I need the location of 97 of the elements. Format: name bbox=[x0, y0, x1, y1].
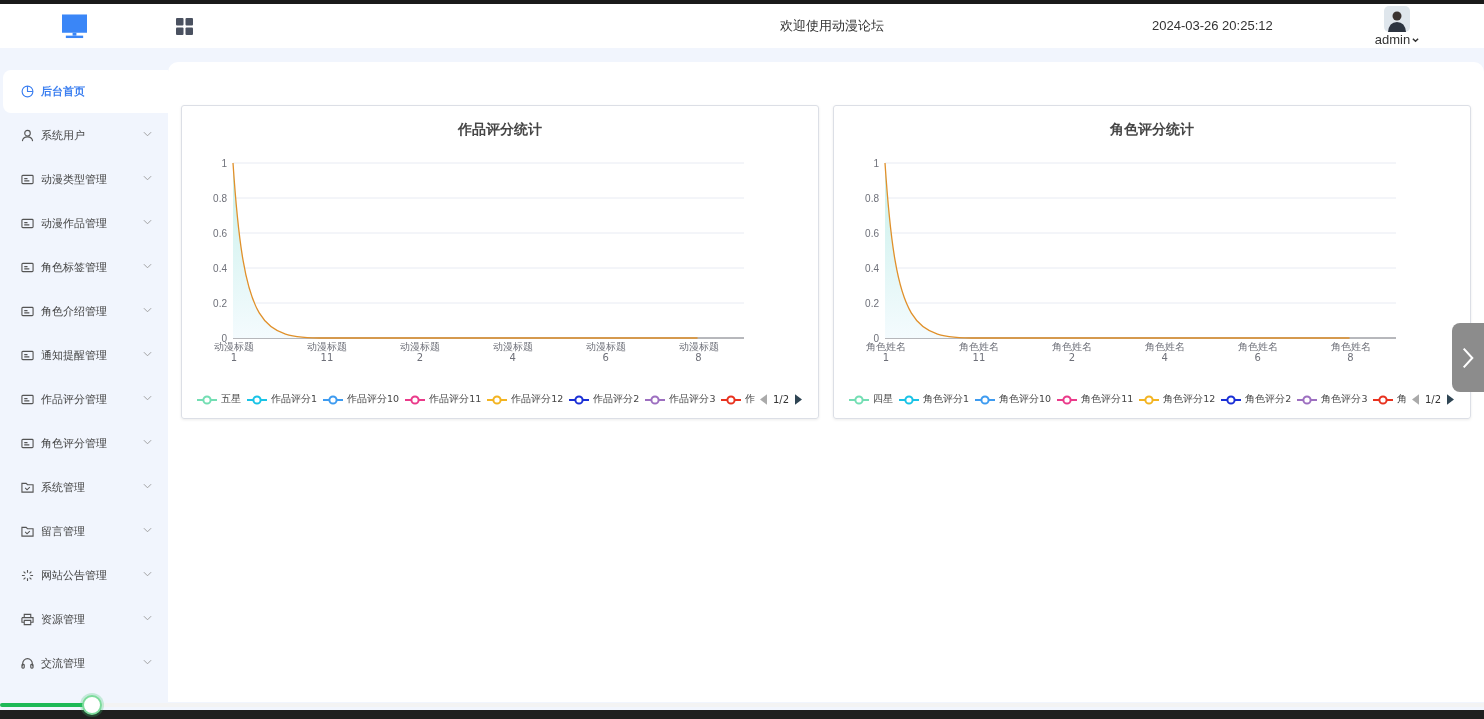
axis-category-label: 动漫标题2 bbox=[398, 341, 441, 363]
legend-item[interactable]: 角色评分1 bbox=[899, 393, 970, 406]
legend-item[interactable]: 五星 bbox=[197, 393, 241, 406]
legend-item[interactable]: 作品评分1 bbox=[247, 393, 318, 406]
legend-item[interactable]: 角 bbox=[1373, 393, 1408, 406]
chevron-down-icon bbox=[143, 615, 152, 621]
chevron-down-icon bbox=[143, 131, 152, 137]
id-card-icon bbox=[21, 217, 34, 230]
axis-tick-label: 0.6 bbox=[865, 227, 879, 239]
sidebar-item[interactable]: 动漫作品管理 bbox=[0, 202, 168, 245]
chevron-down-icon bbox=[143, 307, 152, 313]
avatar-icon[interactable] bbox=[1384, 6, 1410, 32]
chart-title: 角色评分统计 bbox=[1109, 121, 1195, 139]
axis-tick-label: 0 bbox=[221, 332, 227, 344]
axis-tick-label: 0.6 bbox=[213, 227, 227, 239]
axis-tick-label: 0.4 bbox=[213, 262, 227, 274]
legend-item[interactable]: 角色评分10 bbox=[975, 393, 1052, 406]
legend-item[interactable]: 作 bbox=[721, 393, 756, 406]
printer-icon bbox=[21, 613, 34, 626]
pie-chart-icon bbox=[21, 85, 34, 98]
next-page-icon[interactable] bbox=[795, 394, 803, 405]
chevron-down-icon bbox=[143, 659, 152, 665]
sidebar-item[interactable]: 角色标签管理 bbox=[0, 246, 168, 289]
chevron-down-icon bbox=[143, 219, 152, 225]
axis-tick-label: 0 bbox=[873, 332, 879, 344]
sidebar-item[interactable]: 系统用户 bbox=[0, 114, 168, 157]
user-icon bbox=[21, 129, 34, 142]
sidebar-item[interactable]: 交流管理 bbox=[0, 642, 168, 685]
legend-item[interactable]: 角色评分3 bbox=[1297, 393, 1368, 406]
next-page-icon[interactable] bbox=[1447, 394, 1455, 405]
axis-tick-label: 0.8 bbox=[865, 192, 879, 204]
sidebar-item[interactable]: 资源管理 bbox=[0, 598, 168, 641]
chevron-down-icon bbox=[143, 483, 152, 489]
axis-category-label: 动漫标题1 bbox=[213, 341, 255, 363]
chevron-down-icon bbox=[143, 263, 152, 269]
sidebar-item[interactable]: 动漫类型管理 bbox=[0, 158, 168, 201]
chevron-down-icon bbox=[143, 571, 152, 577]
axis-category-label: 动漫标题8 bbox=[677, 341, 720, 363]
chart-title: 作品评分统计 bbox=[456, 121, 543, 139]
sidebar-item[interactable]: 后台首页 bbox=[3, 70, 168, 113]
axis-category-label: 角色姓名6 bbox=[1236, 341, 1279, 363]
axis-category-label: 动漫标题6 bbox=[584, 341, 627, 363]
sidebar-item[interactable]: 角色介绍管理 bbox=[0, 290, 168, 333]
sidebar-item[interactable]: 系统管理 bbox=[0, 466, 168, 509]
chevron-down-icon bbox=[143, 527, 152, 533]
legend-item[interactable]: 角色评分2 bbox=[1221, 393, 1292, 406]
chevron-down-icon bbox=[143, 395, 152, 401]
axis-category-label: 角色姓名1 bbox=[865, 341, 907, 363]
axis-tick-label: 0.2 bbox=[865, 297, 879, 309]
chevron-down-icon bbox=[143, 439, 152, 445]
sidebar-item[interactable]: 通知提醒管理 bbox=[0, 334, 168, 377]
legend-item[interactable]: 作品评分12 bbox=[487, 393, 564, 406]
axis-tick-label: 0.8 bbox=[213, 192, 227, 204]
axis-category-label: 角色姓名4 bbox=[1143, 341, 1186, 363]
headset-icon bbox=[21, 657, 34, 670]
legend-item[interactable]: 角色评分11 bbox=[1057, 393, 1134, 406]
menu-grid-icon[interactable] bbox=[176, 17, 193, 35]
legend-item[interactable]: 角色评分12 bbox=[1139, 393, 1216, 406]
user-menu[interactable]: admin bbox=[1374, 32, 1420, 47]
legend-page: 1/2 bbox=[773, 394, 790, 405]
sidebar-item[interactable]: 作品评分管理 bbox=[0, 378, 168, 421]
legend-item[interactable]: 四星 bbox=[849, 393, 893, 406]
sidebar-item[interactable]: 网站公告管理 bbox=[0, 554, 168, 597]
caret-icon bbox=[1412, 36, 1420, 43]
progress-thumb[interactable] bbox=[82, 695, 102, 715]
sidebar-item[interactable]: 留言管理 bbox=[0, 510, 168, 553]
legend-page: 1/2 bbox=[1425, 394, 1442, 405]
legend-item[interactable]: 作品评分11 bbox=[405, 393, 482, 406]
date-time: 2024-03-26 20:25:12 bbox=[1152, 18, 1273, 33]
chevron-down-icon bbox=[143, 351, 152, 357]
sidebar-item[interactable]: 角色评分管理 bbox=[0, 422, 168, 465]
monitor-icon bbox=[61, 13, 87, 39]
axis-category-label: 动漫标题4 bbox=[491, 341, 534, 363]
axis-tick-label: 1 bbox=[873, 157, 879, 169]
axis-tick-label: 0.2 bbox=[213, 297, 227, 309]
axis-tick-label: 1 bbox=[221, 157, 227, 169]
legend-item[interactable]: 作品评分3 bbox=[645, 393, 716, 406]
id-card-icon bbox=[21, 437, 34, 450]
axis-category-label: 角色姓名11 bbox=[957, 341, 1000, 363]
legend-item[interactable]: 作品评分2 bbox=[569, 393, 640, 406]
axis-category-label: 角色姓名2 bbox=[1050, 341, 1093, 363]
folder-icon bbox=[21, 525, 34, 538]
site-title: 欢迎使用动漫论坛 bbox=[779, 17, 885, 35]
loading-icon bbox=[21, 569, 34, 582]
axis-category-label: 动漫标题11 bbox=[305, 341, 348, 363]
id-card-icon bbox=[21, 261, 34, 274]
chevron-down-icon bbox=[143, 175, 152, 181]
axis-category-label: 角色姓名8 bbox=[1329, 341, 1372, 363]
axis-tick-label: 0.4 bbox=[865, 262, 879, 274]
id-card-icon bbox=[21, 349, 34, 362]
legend-item[interactable]: 作品评分10 bbox=[323, 393, 400, 406]
folder-icon bbox=[21, 481, 34, 494]
id-card-icon bbox=[21, 305, 34, 318]
progress-slider[interactable] bbox=[0, 694, 1484, 716]
chevron-right-icon bbox=[1462, 345, 1474, 370]
id-card-icon bbox=[21, 173, 34, 186]
id-card-icon bbox=[21, 393, 34, 406]
